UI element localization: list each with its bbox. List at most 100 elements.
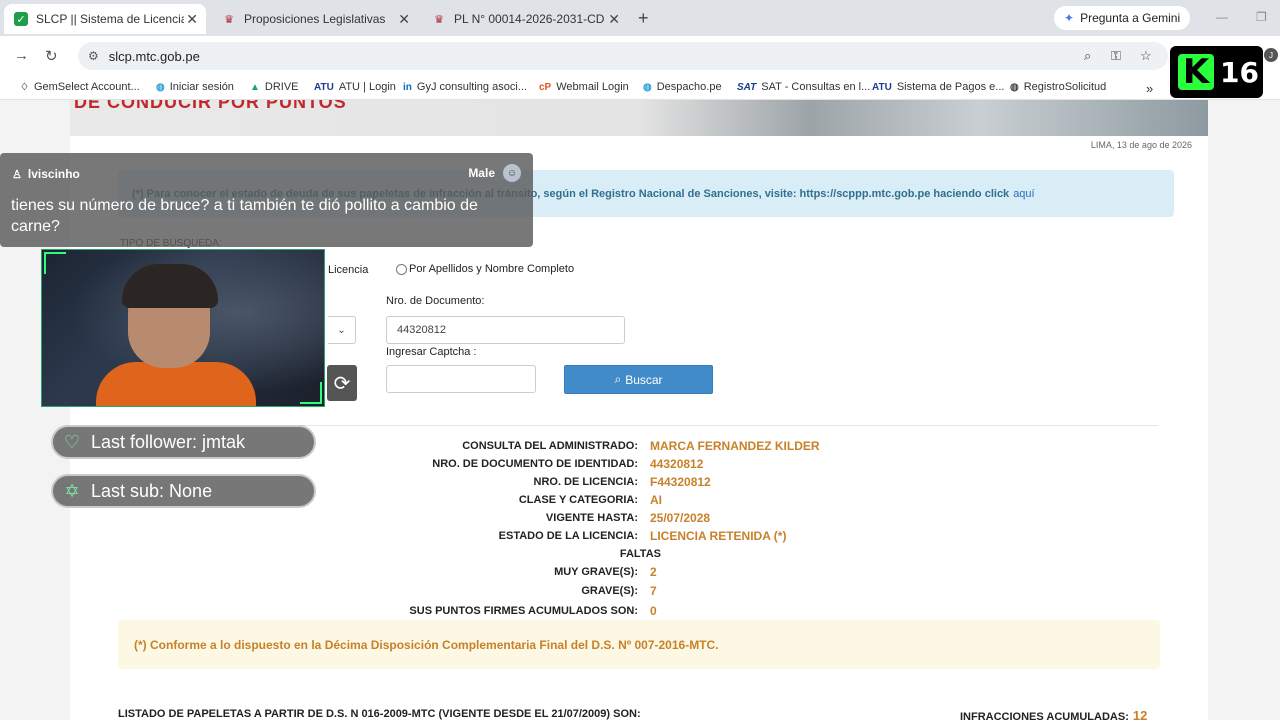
doc-number-input[interactable]: 44320812 [386, 316, 625, 344]
cpanel-icon: cP [539, 81, 552, 93]
drive-icon: ▲ [250, 81, 260, 93]
webcam-shirt [96, 362, 256, 406]
banner-title: DE CONDUCIR POR PUNTOS [74, 100, 347, 112]
webcam-frame-corner [44, 252, 66, 274]
bookmark-drive[interactable]: ▲ DRIVE [250, 81, 299, 93]
star-icon[interactable]: ☆ [1140, 48, 1152, 64]
doc-number-value: 44320812 [397, 324, 446, 336]
webcam-hair [122, 264, 218, 308]
last-follower-text: Last follower: jmtak [91, 431, 246, 452]
bookmark-label: DRIVE [264, 81, 299, 93]
refresh-captcha-button[interactable]: ⟳ [327, 365, 357, 401]
tab-slcp[interactable]: ✓ SLCP || Sistema de Licencias de ✕ [4, 4, 206, 34]
warning-alert-text: (*) Conforme a lo dispuesto en la Décima… [134, 637, 719, 652]
zoom-icon[interactable]: ⌕ [1084, 48, 1091, 64]
result-label: NRO. DE DOCUMENTO DE IDENTIDAD: [432, 458, 638, 470]
bookmark-label: GemSelect Account... [33, 81, 140, 93]
result-label: ESTADO DE LA LICENCIA: [498, 530, 638, 542]
gemini-button[interactable]: ✦ Pregunta a Gemini [1054, 6, 1191, 30]
captcha-input[interactable] [386, 365, 536, 393]
badge-number: 16 [1220, 55, 1259, 89]
bookmark-sistema-pagos[interactable]: ATU Sistema de Pagos e... [872, 81, 1004, 93]
bookmark-label: Webmail Login [556, 81, 629, 93]
info-alert-link[interactable]: aquí [1013, 188, 1034, 200]
refresh-icon: ⟳ [333, 372, 351, 395]
congress-icon: ♛ [434, 13, 444, 26]
heart-icon: ♡ [63, 431, 81, 452]
user-icon: ♙ [12, 168, 22, 181]
result-value: LICENCIA RETENIDA (*) [650, 529, 787, 543]
globe-icon: ◍ [1010, 81, 1019, 93]
close-icon[interactable]: ✕ [608, 11, 620, 28]
linkedin-icon: in [403, 81, 412, 93]
reload-icon[interactable]: ↻ [45, 47, 58, 65]
address-bar: → ↻ ⚙ slcp.mtc.gob.pe ⌕ ⚿ ☆ [0, 36, 1280, 76]
result-label: SUS PUNTOS FIRMES ACUMULADOS SON: [409, 605, 638, 617]
atu-icon: ATU [872, 81, 892, 93]
infracciones-label: INFRACCIONES ACUMULADAS: [960, 711, 1129, 720]
new-tab-button[interactable]: + [638, 8, 649, 29]
radio-licencia[interactable]: Licencia [328, 264, 368, 276]
search-icon: ⌕ [614, 372, 622, 386]
radio-circle[interactable] [396, 263, 407, 275]
infracciones-summary: INFRACCIONES ACUMULADAS: 12 [960, 708, 1147, 720]
minimize-icon[interactable]: — [1216, 10, 1228, 24]
radio-apellidos-label: Por Apellidos y Nombre Completo [409, 263, 575, 275]
chat-message-overlay: ♙ lviscinho Male ☺ tienes su número de b… [0, 153, 533, 247]
url-field[interactable]: ⚙ slcp.mtc.gob.pe [78, 42, 1168, 70]
forward-icon[interactable]: → [14, 47, 29, 64]
chevron-down-icon: ⌄ [337, 324, 346, 336]
profile-avatar[interactable]: J [1264, 48, 1278, 62]
chat-username: lviscinho [27, 167, 80, 181]
result-label: VIGENTE HASTA: [545, 512, 638, 524]
radio-apellidos[interactable]: Por Apellidos y Nombre Completo [396, 263, 574, 275]
bookmark-label: Iniciar sesión [169, 81, 234, 93]
result-label: GRAVE(S): [581, 585, 638, 597]
bookmark-registro[interactable]: ◍ RegistroSolicitud [1010, 81, 1106, 93]
avatar-icon: ☺ [503, 164, 521, 182]
tab-proposiciones[interactable]: ♛ Proposiciones Legislativas ✕ [212, 4, 418, 34]
congress-icon: ♛ [224, 13, 234, 26]
chat-gender: Male ☺ [468, 164, 521, 182]
tab-label: SLCP || Sistema de Licencias de [36, 12, 184, 26]
search-button[interactable]: ⌕ Buscar [564, 365, 713, 394]
bookmark-sat[interactable]: SAT SAT - Consultas en l... [737, 81, 870, 93]
warning-alert: (*) Conforme a lo dispuesto en la Décima… [118, 620, 1160, 669]
result-value: F44320812 [650, 475, 711, 489]
tab-label: PL N° 00014-2026-2031-CD [454, 12, 605, 26]
globe-icon: ◍ [156, 81, 165, 93]
last-sub-pill: ✡ Last sub: None [51, 474, 316, 508]
bookmark-despacho[interactable]: ◍ Despacho.pe [643, 81, 722, 93]
bookmark-gemselect[interactable]: ♢ GemSelect Account... [20, 81, 140, 93]
last-follower-pill: ♡ Last follower: jmtak [51, 425, 316, 459]
close-icon[interactable]: ✕ [186, 11, 198, 28]
gemini-spark-icon: ✦ [1064, 11, 1075, 25]
bookmark-iniciar-sesion[interactable]: ◍ Iniciar sesión [156, 81, 234, 93]
header-banner: DE CONDUCIR POR PUNTOS [70, 100, 1208, 136]
result-value: 0 [650, 604, 657, 618]
search-button-label: Buscar [625, 372, 663, 387]
more-bookmarks-icon[interactable]: » [1146, 81, 1153, 96]
tab-pl[interactable]: ♛ PL N° 00014-2026-2031-CD ✕ [422, 4, 628, 34]
infracciones-value: 12 [1132, 708, 1148, 720]
chat-message-text: tienes su número de bruce? a ti también … [11, 197, 478, 235]
document-type-select[interactable]: ⌄ [328, 316, 356, 344]
maximize-icon[interactable]: ❐ [1256, 10, 1267, 24]
bookmark-label: Despacho.pe [656, 81, 722, 93]
gemini-label: Pregunta a Gemini [1080, 11, 1181, 25]
chat-user: ♙ lviscinho [12, 167, 80, 181]
result-value: 25/07/2028 [650, 511, 711, 525]
last-sub-text: Last sub: None [91, 480, 213, 501]
listado-label: LISTADO DE PAPELETAS A PARTIR DE D.S. N … [118, 708, 641, 720]
site-settings-icon[interactable]: ⚙ [88, 49, 99, 63]
key-icon[interactable]: ⚿ [1111, 48, 1121, 64]
bookmarks-bar: ♢ GemSelect Account... ◍ Iniciar sesión ▲ D… [0, 76, 1280, 100]
result-value: 44320812 [650, 457, 704, 471]
bookmark-atu[interactable]: ATU ATU | Login [314, 81, 396, 93]
bookmark-gyj[interactable]: in GyJ consulting asoci... [403, 81, 527, 93]
close-icon[interactable]: ✕ [398, 11, 410, 28]
bookmark-label: Sistema de Pagos e... [896, 81, 1005, 93]
date-label: LIMA, 13 de ago de 2026 [1090, 140, 1192, 150]
bookmark-webmail[interactable]: cP Webmail Login [539, 81, 629, 93]
result-label: MUY GRAVE(S): [554, 566, 638, 578]
